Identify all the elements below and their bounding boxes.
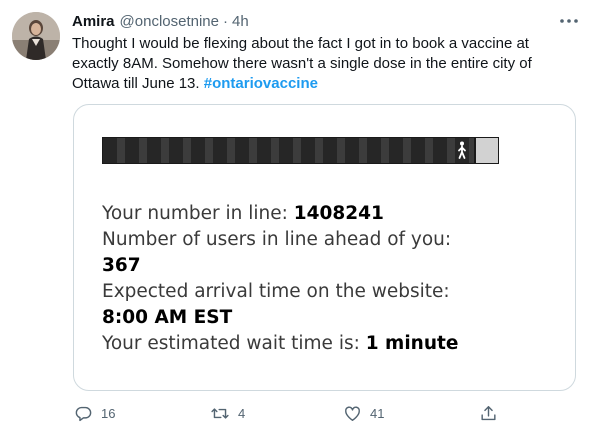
queue-number-line: Your number in line: 1408241 <box>102 203 384 224</box>
reply-count: 16 <box>101 405 116 421</box>
timestamp[interactable]: 4h <box>232 13 249 30</box>
progress-stripes <box>103 138 475 163</box>
author-name[interactable]: Amira <box>72 13 115 30</box>
retweet-count: 4 <box>238 405 246 421</box>
avatar[interactable] <box>12 12 60 60</box>
author-handle[interactable]: @onclosetnine <box>120 13 219 30</box>
arrival-time-value-line: 8:00 AM EST <box>102 307 232 328</box>
arrival-time-value: 8:00 AM EST <box>102 307 233 328</box>
wait-time-line: Your estimated wait time is: 1 minute <box>102 333 458 354</box>
more-icon <box>560 19 578 23</box>
retweet-button[interactable]: 4 <box>210 401 245 425</box>
share-button[interactable] <box>479 401 498 425</box>
progress-remaining <box>474 138 498 163</box>
users-ahead-value: 367 <box>102 255 141 276</box>
reply-icon <box>75 406 92 421</box>
users-ahead-label: Number of users in line ahead of you: <box>102 229 452 250</box>
like-count: 41 <box>370 405 385 421</box>
queue-number-label: Your number in line: <box>102 203 288 224</box>
wait-time-value: 1 minute <box>365 333 459 354</box>
tweet-actions: 16 4 41 <box>0 401 590 425</box>
share-icon <box>481 405 496 420</box>
walker-icon <box>458 141 466 159</box>
users-ahead-value-line: 367 <box>102 255 141 276</box>
separator-dot: · <box>223 12 228 30</box>
tweet-text: Thought I would be flexing about the fac… <box>72 34 572 94</box>
like-icon <box>345 405 360 421</box>
arrival-time-label: Expected arrival time on the website: <box>102 281 450 302</box>
queue-number-value: 1408241 <box>293 203 384 224</box>
reply-button[interactable]: 16 <box>74 401 115 425</box>
like-button[interactable]: 41 <box>343 401 384 425</box>
wait-time-label: Your estimated wait time is: <box>102 333 360 354</box>
hashtag-link[interactable]: #ontariovaccine <box>204 75 318 92</box>
queue-progress-bar <box>102 137 499 164</box>
tweet-header: Amira @onclosetnine · 4h <box>72 11 249 31</box>
attached-image[interactable]: Your number in line: 1408241 Number of u… <box>73 104 576 391</box>
retweet-icon <box>211 407 229 419</box>
more-button[interactable] <box>558 12 580 30</box>
